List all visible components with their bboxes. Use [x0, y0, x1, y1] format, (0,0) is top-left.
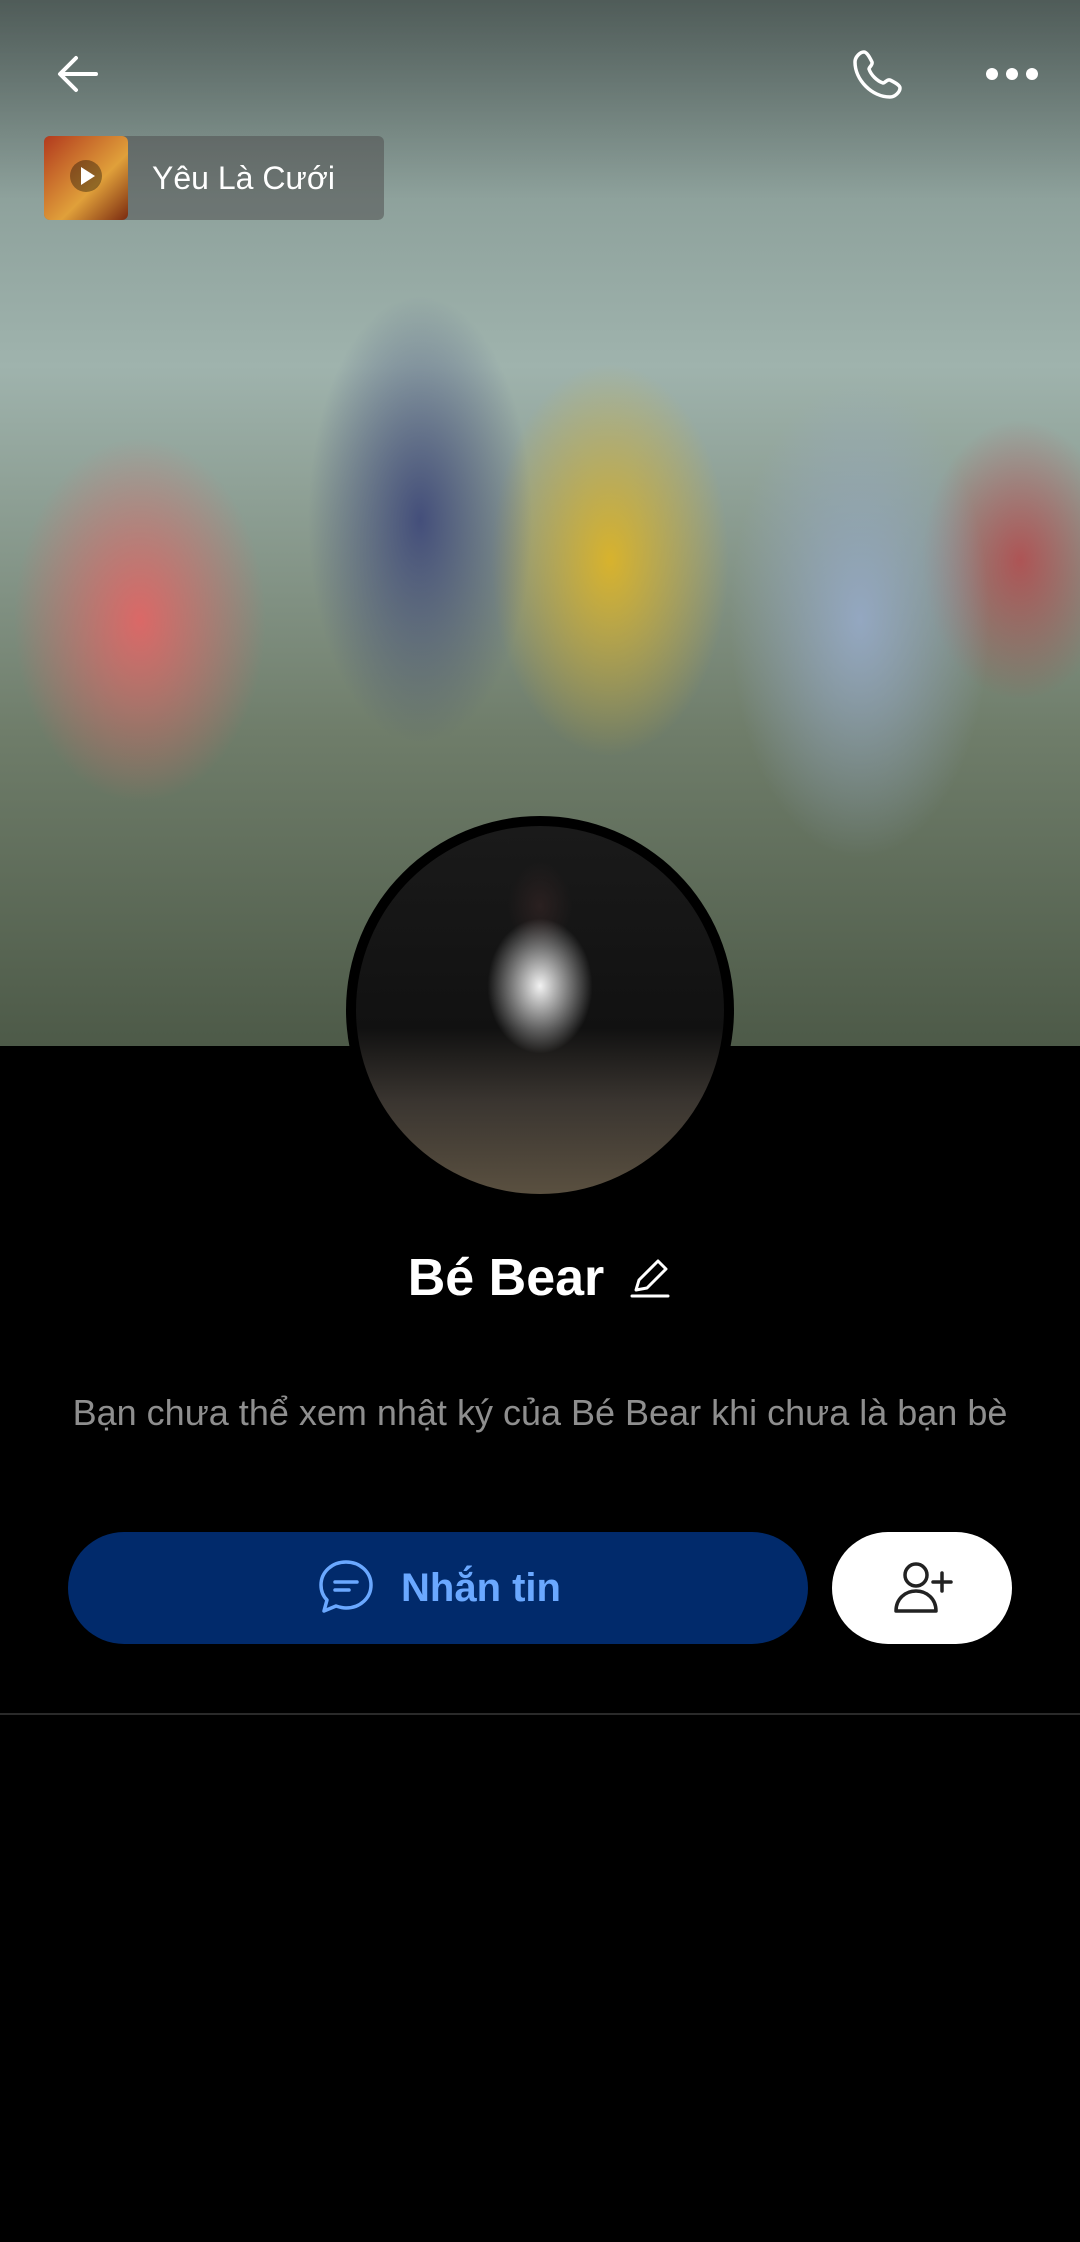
add-friend-icon — [890, 1557, 954, 1620]
profile-name: Bé Bear — [407, 1249, 605, 1307]
play-icon — [69, 159, 103, 198]
avatar[interactable] — [356, 826, 724, 1194]
message-button[interactable]: Nhắn tin — [68, 1532, 808, 1644]
call-button[interactable] — [838, 36, 918, 116]
profile-name-row: Bé Bear — [0, 1248, 1080, 1308]
privacy-notice: Bạn chưa thể xem nhật ký của Bé Bear khi… — [72, 1392, 1008, 1433]
chat-bubble-icon — [315, 1556, 377, 1621]
phone-icon — [850, 46, 906, 107]
more-icon — [984, 64, 1040, 89]
more-button[interactable] — [972, 36, 1052, 116]
message-label: Nhắn tin — [401, 1565, 561, 1610]
back-button[interactable] — [38, 36, 118, 116]
music-title: Yêu Là Cưới — [152, 159, 335, 196]
music-chip[interactable]: Yêu Là Cưới — [44, 136, 384, 220]
add-friend-button[interactable] — [832, 1532, 1012, 1644]
music-thumbnail — [44, 136, 128, 220]
section-divider — [0, 1713, 1080, 1715]
pencil-icon[interactable] — [628, 1256, 672, 1300]
back-arrow-icon — [52, 48, 104, 105]
